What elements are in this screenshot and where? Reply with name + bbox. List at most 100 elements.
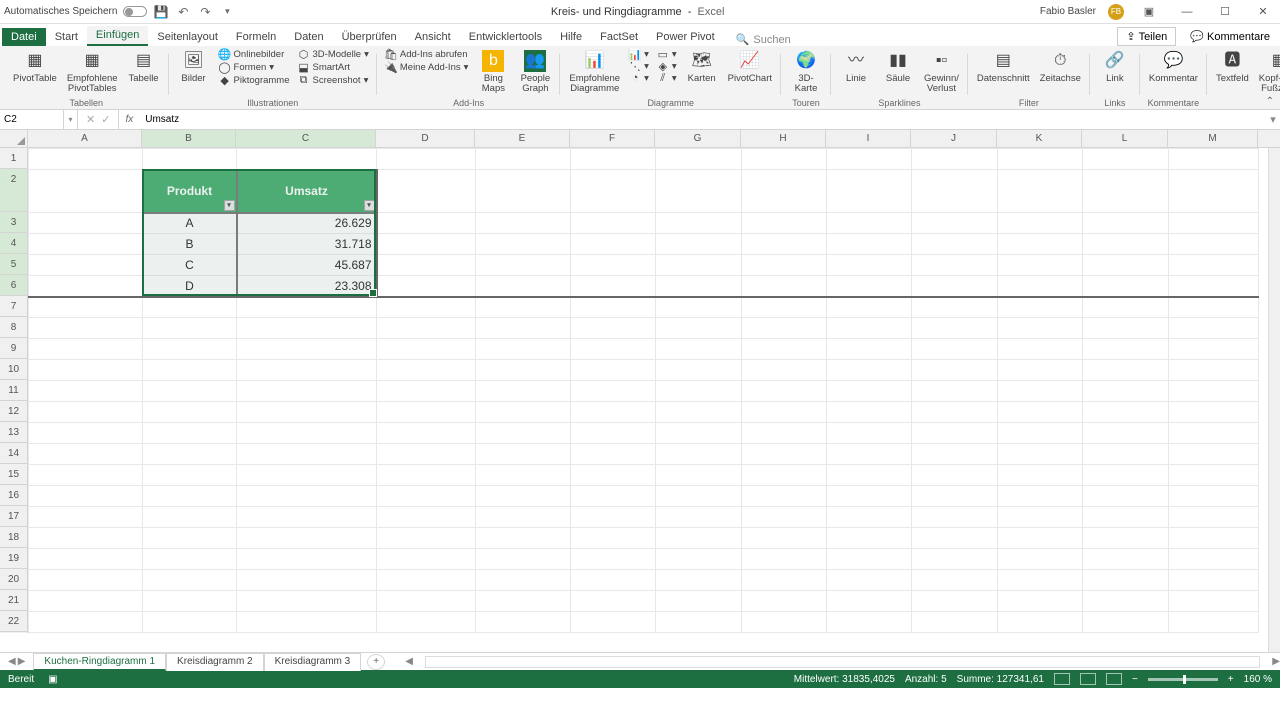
cell-J2[interactable] (912, 170, 998, 213)
col-header-J[interactable]: J (911, 130, 997, 147)
cell-I10[interactable] (827, 360, 912, 381)
my-addins-button[interactable]: 🔌Meine Add-Ins ▾ (383, 61, 471, 73)
cell-G8[interactable] (656, 318, 742, 339)
cell-I20[interactable] (827, 570, 912, 591)
cell-F21[interactable] (571, 591, 656, 612)
cell-F6[interactable] (571, 276, 656, 297)
row-header-22[interactable]: 22 (0, 611, 27, 632)
cell-A11[interactable] (29, 381, 143, 402)
pie-chart-button[interactable]: ◔▾ (627, 72, 651, 84)
cell-L7[interactable] (1083, 297, 1169, 318)
cell-B4[interactable]: B (143, 234, 237, 255)
cell-K9[interactable] (998, 339, 1083, 360)
cell-F7[interactable] (571, 297, 656, 318)
cell-M18[interactable] (1169, 528, 1259, 549)
cell-B11[interactable] (143, 381, 237, 402)
sheet-next-icon[interactable]: ▶ (18, 656, 26, 667)
tab-daten[interactable]: Daten (285, 28, 332, 46)
cell-B8[interactable] (143, 318, 237, 339)
cell-C10[interactable] (237, 360, 377, 381)
cell-L22[interactable] (1083, 612, 1169, 633)
cell-D10[interactable] (377, 360, 476, 381)
cell-F5[interactable] (571, 255, 656, 276)
cell-A9[interactable] (29, 339, 143, 360)
cell-A15[interactable] (29, 465, 143, 486)
cell-H1[interactable] (742, 149, 827, 170)
cell-I15[interactable] (827, 465, 912, 486)
cell-E3[interactable] (476, 213, 571, 234)
expand-formula-bar-icon[interactable]: ▾ (1266, 113, 1280, 126)
cell-H8[interactable] (742, 318, 827, 339)
cell-L12[interactable] (1083, 402, 1169, 423)
sheet-tab-0[interactable]: Kuchen-Ringdiagramm 1 (33, 653, 166, 671)
cell-D3[interactable] (377, 213, 476, 234)
cell-E12[interactable] (476, 402, 571, 423)
cell-L21[interactable] (1083, 591, 1169, 612)
cell-M15[interactable] (1169, 465, 1259, 486)
cell-K4[interactable] (998, 234, 1083, 255)
view-normal-icon[interactable] (1054, 673, 1070, 685)
cell-F13[interactable] (571, 423, 656, 444)
vertical-scrollbar[interactable] (1268, 148, 1280, 652)
cell-J19[interactable] (912, 549, 998, 570)
cell-A1[interactable] (29, 149, 143, 170)
cell-H13[interactable] (742, 423, 827, 444)
col-header-K[interactable]: K (997, 130, 1082, 147)
cell-J4[interactable] (912, 234, 998, 255)
cell-D1[interactable] (377, 149, 476, 170)
cell-L3[interactable] (1083, 213, 1169, 234)
cell-C21[interactable] (237, 591, 377, 612)
cell-L17[interactable] (1083, 507, 1169, 528)
row-header-3[interactable]: 3 (0, 212, 27, 233)
cell-D15[interactable] (377, 465, 476, 486)
tab-hilfe[interactable]: Hilfe (551, 28, 591, 46)
cell-F8[interactable] (571, 318, 656, 339)
row-header-8[interactable]: 8 (0, 317, 27, 338)
cell-L4[interactable] (1083, 234, 1169, 255)
name-box[interactable]: C2 (0, 110, 64, 129)
cell-K15[interactable] (998, 465, 1083, 486)
cell-E16[interactable] (476, 486, 571, 507)
cell-F14[interactable] (571, 444, 656, 465)
avatar[interactable]: FB (1108, 4, 1124, 20)
cell-D8[interactable] (377, 318, 476, 339)
cell-D20[interactable] (377, 570, 476, 591)
pivotchart-button[interactable]: 📈PivotChart (725, 48, 775, 86)
cell-C15[interactable] (237, 465, 377, 486)
cell-L20[interactable] (1083, 570, 1169, 591)
cell-I4[interactable] (827, 234, 912, 255)
cell-H2[interactable] (742, 170, 827, 213)
col-header-B[interactable]: B (142, 130, 236, 147)
row-header-7[interactable]: 7 (0, 296, 27, 317)
cell-K17[interactable] (998, 507, 1083, 528)
cell-D22[interactable] (377, 612, 476, 633)
pictures-button[interactable]: 🖼Bilder (175, 48, 213, 86)
cell-H6[interactable] (742, 276, 827, 297)
cell-H5[interactable] (742, 255, 827, 276)
row-header-9[interactable]: 9 (0, 338, 27, 359)
cell-I7[interactable] (827, 297, 912, 318)
cell-K7[interactable] (998, 297, 1083, 318)
tab-factset[interactable]: FactSet (591, 28, 647, 46)
cell-H10[interactable] (742, 360, 827, 381)
cell-F19[interactable] (571, 549, 656, 570)
smartart-button[interactable]: ⬓SmartArt (296, 61, 371, 73)
cell-F3[interactable] (571, 213, 656, 234)
cell-J6[interactable] (912, 276, 998, 297)
cell-E18[interactable] (476, 528, 571, 549)
cell-C8[interactable] (237, 318, 377, 339)
cell-D7[interactable] (377, 297, 476, 318)
cell-C14[interactable] (237, 444, 377, 465)
cell-B12[interactable] (143, 402, 237, 423)
cell-H17[interactable] (742, 507, 827, 528)
cell-C18[interactable] (237, 528, 377, 549)
cell-I12[interactable] (827, 402, 912, 423)
redo-icon[interactable]: ↷ (197, 4, 213, 20)
cell-K3[interactable] (998, 213, 1083, 234)
cell-C7[interactable] (237, 297, 377, 318)
cell-A5[interactable] (29, 255, 143, 276)
cell-A20[interactable] (29, 570, 143, 591)
sheet-tab-1[interactable]: Kreisdiagramm 2 (166, 653, 264, 671)
cell-D6[interactable] (377, 276, 476, 297)
cell-A17[interactable] (29, 507, 143, 528)
